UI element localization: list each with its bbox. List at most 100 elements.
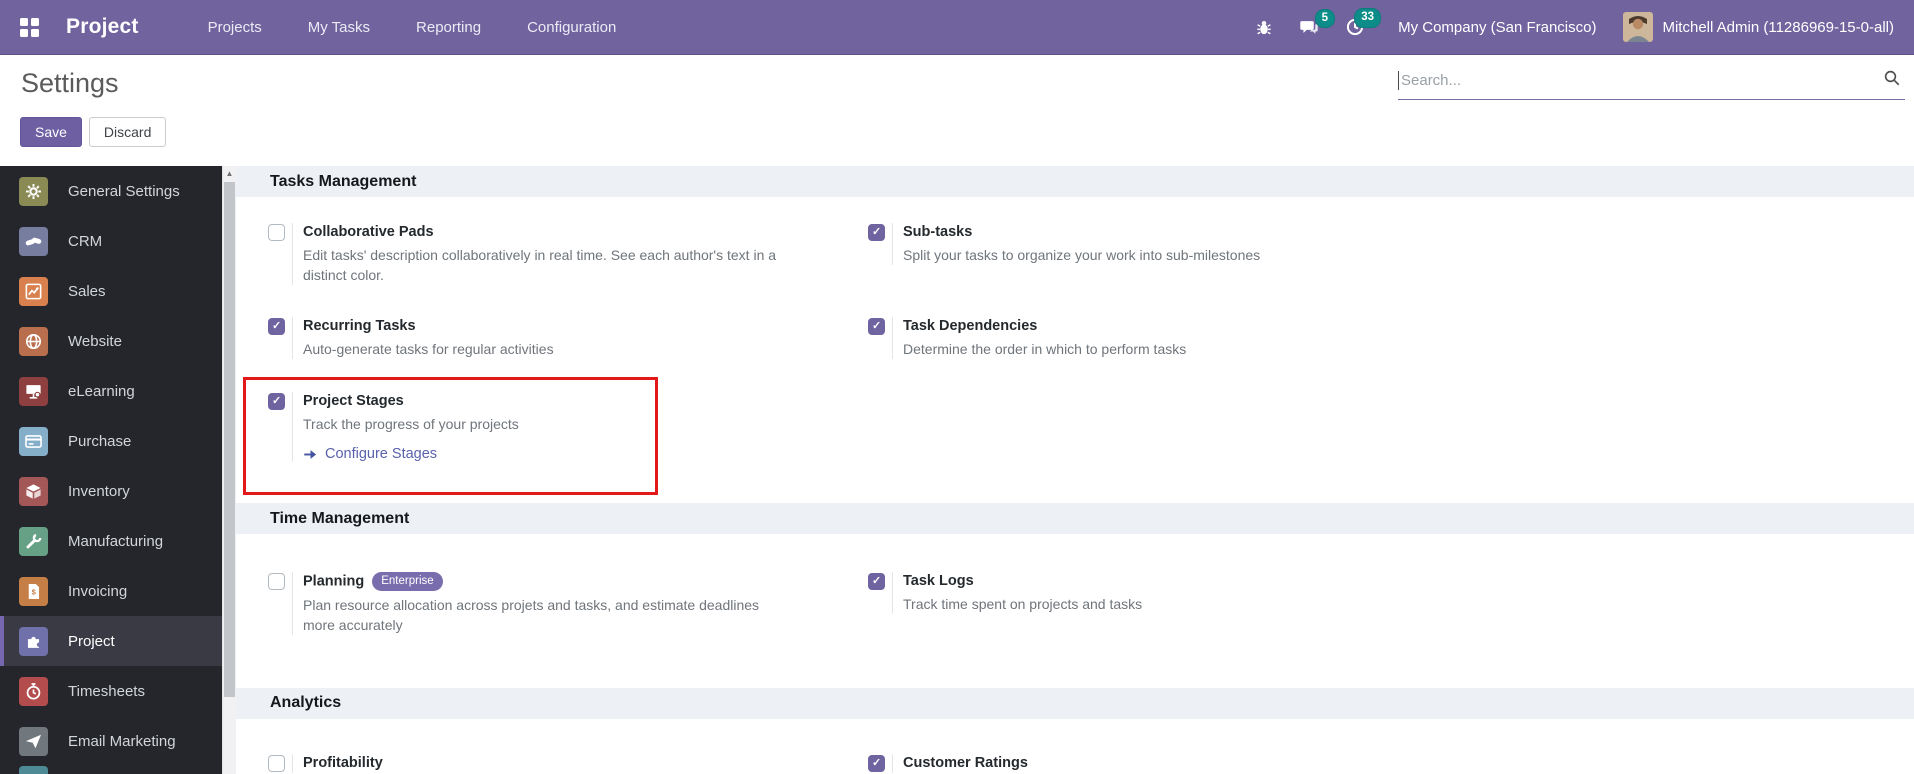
checkbox-task-logs[interactable] bbox=[868, 573, 885, 590]
app-brand-title[interactable]: Project bbox=[66, 15, 139, 39]
checkbox-recurring-tasks[interactable] bbox=[268, 318, 285, 335]
setting-description: Track time spent on projects and tasks bbox=[903, 596, 1143, 612]
setting-description: Auto-generate tasks for regular activiti… bbox=[303, 341, 554, 357]
menu-item-reporting[interactable]: Reporting bbox=[399, 10, 498, 45]
sidebar-item-partial[interactable] bbox=[19, 766, 48, 774]
setting-description: Split your tasks to organize your work i… bbox=[903, 247, 1261, 263]
discard-button[interactable]: Discard bbox=[88, 117, 167, 147]
section-header-analytics: Analytics bbox=[236, 687, 1914, 719]
settings-row: Planning Enterprise Plan resource allocat… bbox=[236, 572, 1914, 635]
sidebar-item-general-settings[interactable]: General Settings bbox=[0, 166, 222, 216]
sidebar-label: Inventory bbox=[68, 482, 130, 500]
setting-planning: Planning Enterprise Plan resource allocat… bbox=[268, 572, 868, 635]
user-avatar[interactable] bbox=[1623, 12, 1654, 42]
setting-text: Profitability bbox=[292, 753, 383, 773]
menu-item-configuration[interactable]: Configuration bbox=[510, 10, 633, 45]
menu-item-projects[interactable]: Projects bbox=[191, 10, 279, 45]
setting-title[interactable]: Sub-tasks bbox=[903, 223, 1260, 242]
puzzle-icon bbox=[19, 626, 48, 656]
odoo-project-settings-page: { "topbar": { "brand": "Project", "menu"… bbox=[0, 0, 1914, 774]
checkbox-collaborative-pads[interactable] bbox=[268, 224, 285, 241]
topbar-right: 5 33 My Company (San Francisco) Mitchell… bbox=[1242, 8, 1900, 44]
section-title: Tasks Management bbox=[270, 172, 417, 190]
credit-card-icon bbox=[19, 426, 48, 456]
sidebar-label: CRM bbox=[68, 232, 103, 250]
setting-title[interactable]: Profitability bbox=[303, 754, 383, 773]
sidebar-item-inventory[interactable]: Inventory bbox=[0, 466, 222, 516]
presentation-icon bbox=[19, 376, 48, 406]
checkbox-task-dependencies[interactable] bbox=[868, 318, 885, 335]
save-button[interactable]: Save bbox=[20, 117, 82, 147]
sidebar-item-elearning[interactable]: eLearning bbox=[0, 366, 222, 416]
setting-recurring-tasks: Recurring Tasks Auto-generate tasks for … bbox=[268, 317, 868, 359]
setting-customer-ratings: Customer Ratings bbox=[868, 753, 1468, 773]
setting-text: Recurring Tasks Auto-generate tasks for … bbox=[292, 317, 554, 359]
menu-item-my-tasks[interactable]: My Tasks bbox=[291, 10, 387, 45]
gear-icon bbox=[19, 176, 48, 206]
sidebar-item-sales[interactable]: Sales bbox=[0, 266, 222, 316]
sidebar-label: Timesheets bbox=[68, 682, 145, 700]
sidebar-item-email-marketing[interactable]: Email Marketing bbox=[0, 716, 222, 766]
setting-text: Task Logs Track time spent on projects a… bbox=[892, 572, 1142, 614]
setting-text: Task Dependencies Determine the order in… bbox=[892, 317, 1186, 359]
action-buttons: Save Discard bbox=[20, 117, 167, 147]
debug-bug-icon[interactable] bbox=[1242, 11, 1286, 43]
user-menu[interactable]: Mitchell Admin (11286969-15-0-all) bbox=[1662, 19, 1894, 36]
sidebar-label: Website bbox=[68, 332, 122, 350]
setting-title[interactable]: Planning Enterprise bbox=[303, 572, 793, 592]
control-panel: Settings Save Discard bbox=[0, 55, 1914, 166]
sidebar-item-crm[interactable]: CRM bbox=[0, 216, 222, 266]
setting-text: Sub-tasks Split your tasks to organize y… bbox=[892, 223, 1260, 265]
chart-icon bbox=[19, 276, 48, 306]
checkbox-planning[interactable] bbox=[268, 573, 285, 590]
checkbox-customer-ratings[interactable] bbox=[868, 754, 885, 772]
invoice-icon: $ bbox=[19, 576, 48, 606]
main-menu: Projects My Tasks Reporting Configuratio… bbox=[191, 10, 634, 45]
settings-row: Profitability Customer Ratings bbox=[236, 753, 1914, 773]
page-title: Settings bbox=[21, 68, 119, 98]
setting-profitability: Profitability bbox=[268, 753, 868, 773]
setting-title[interactable]: Collaborative Pads bbox=[303, 223, 793, 242]
sidebar-item-manufacturing[interactable]: Manufacturing bbox=[0, 516, 222, 566]
setting-title[interactable]: Recurring Tasks bbox=[303, 317, 554, 336]
sidebar-item-website[interactable]: Website bbox=[0, 316, 222, 366]
sidebar-item-timesheets[interactable]: Timesheets bbox=[0, 666, 222, 716]
setting-title[interactable]: Task Dependencies bbox=[903, 317, 1186, 336]
settings-sidebar: General Settings CRM Sales Website eLear… bbox=[0, 166, 222, 774]
checkbox-sub-tasks[interactable] bbox=[868, 224, 885, 241]
setting-sub-tasks: Sub-tasks Split your tasks to organize y… bbox=[868, 223, 1468, 285]
scrollbar-thumb[interactable] bbox=[224, 182, 235, 697]
setting-text: Planning Enterprise Plan resource allocat… bbox=[292, 572, 793, 635]
setting-title[interactable]: Task Logs bbox=[903, 572, 1142, 591]
activities-count-badge: 33 bbox=[1354, 8, 1382, 28]
setting-title[interactable]: Project Stages bbox=[303, 392, 519, 411]
sidebar-item-project[interactable]: Project bbox=[0, 616, 222, 666]
checkbox-profitability[interactable] bbox=[268, 754, 285, 772]
bug-icon bbox=[1257, 21, 1271, 35]
company-switcher[interactable]: My Company (San Francisco) bbox=[1398, 19, 1596, 36]
configure-stages-link[interactable]: Configure Stages bbox=[303, 446, 519, 462]
checkbox-project-stages[interactable] bbox=[268, 393, 285, 410]
setting-title-label: Planning bbox=[303, 573, 365, 590]
scrollbar-up-arrow-icon[interactable]: ▲ bbox=[223, 166, 236, 181]
link-label: Configure Stages bbox=[325, 446, 438, 462]
sidebar-item-invoicing[interactable]: $ Invoicing bbox=[0, 566, 222, 616]
handshake-icon bbox=[19, 226, 48, 256]
setting-task-logs: Task Logs Track time spent on projects a… bbox=[868, 572, 1468, 635]
activities-button[interactable]: 33 bbox=[1332, 8, 1382, 44]
sidebar-label: Project bbox=[68, 632, 115, 650]
search-input[interactable] bbox=[1399, 72, 1879, 89]
sidebar-scrollbar[interactable]: ▲ bbox=[222, 166, 236, 774]
sidebar-item-purchase[interactable]: Purchase bbox=[0, 416, 222, 466]
paper-plane-icon bbox=[19, 726, 48, 756]
setting-title[interactable]: Customer Ratings bbox=[903, 754, 1028, 773]
setting-description: Determine the order in which to perform … bbox=[903, 341, 1187, 357]
search-icon[interactable] bbox=[1879, 69, 1905, 92]
messages-button[interactable]: 5 bbox=[1286, 8, 1336, 44]
setting-task-dependencies: Task Dependencies Determine the order in… bbox=[868, 317, 1468, 359]
sidebar-label: Sales bbox=[68, 282, 106, 300]
sidebar-label: Purchase bbox=[68, 432, 132, 450]
app-icon bbox=[19, 766, 48, 774]
apps-menu-icon[interactable] bbox=[20, 17, 39, 37]
settings-row: Collaborative Pads Edit tasks' descripti… bbox=[236, 223, 1914, 285]
